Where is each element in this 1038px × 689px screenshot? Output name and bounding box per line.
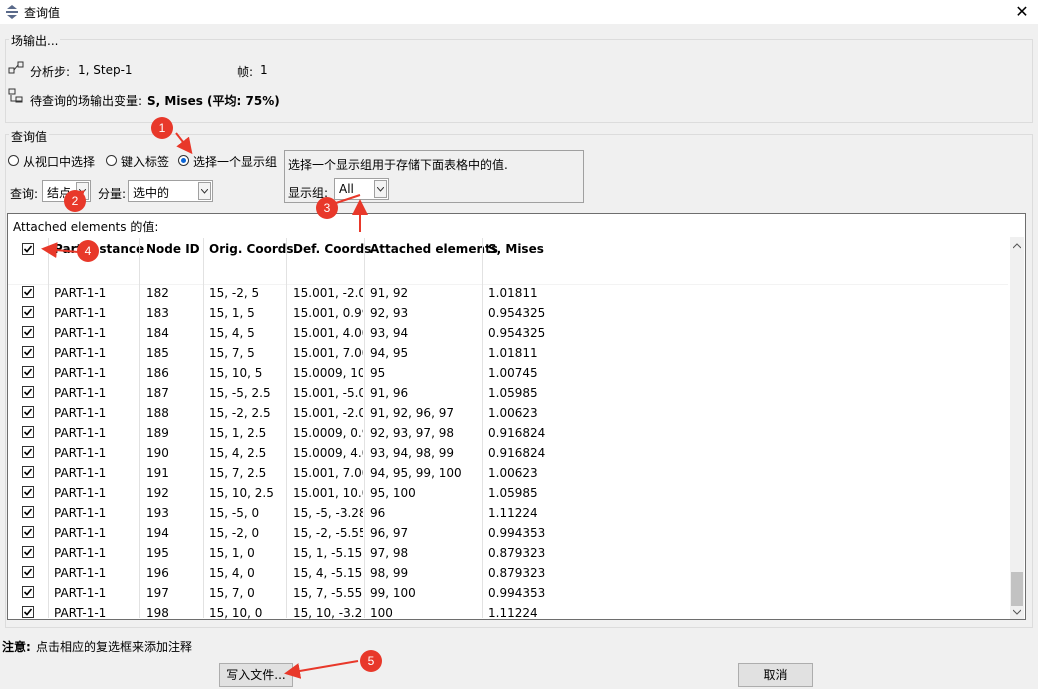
annotation-badge-3: 3: [316, 197, 338, 219]
arrow-4: [41, 242, 79, 259]
annotation-arrows: [41, 132, 368, 679]
arrow-5: [284, 660, 359, 679]
arrow-1: [175, 132, 193, 155]
annotation-badge-5: 5: [360, 650, 382, 672]
annotation-badge-4: 4: [77, 240, 99, 262]
annotation-badge-2: 2: [64, 190, 86, 212]
arrow-3-line: [335, 194, 361, 204]
annotation-badge-1: 1: [151, 117, 173, 139]
